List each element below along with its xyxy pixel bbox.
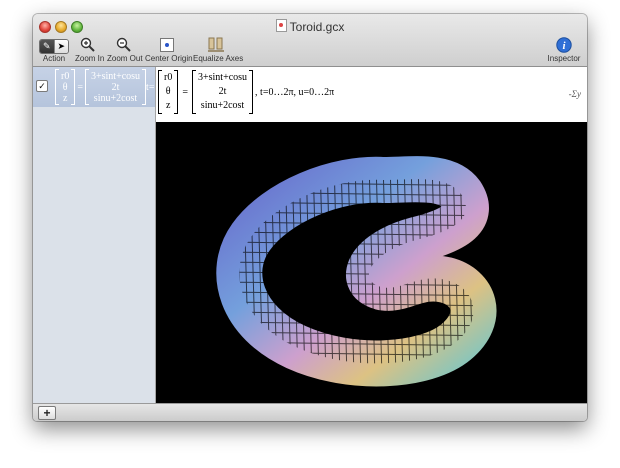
sidebar-var-r0: r0 xyxy=(61,70,70,82)
zoom-out-label: Zoom Out xyxy=(107,54,143,63)
window-title-area: Toroid.gcx xyxy=(33,19,587,34)
action-label: Action xyxy=(42,54,66,63)
sidebar-var-z: z xyxy=(62,92,68,104)
plot-canvas[interactable] xyxy=(156,122,587,403)
equation-editor[interactable]: r0 θ z = 3+sint+cosu 2t sinu+2cost , t=0… xyxy=(156,67,587,122)
equation-display: r0 θ z = 3+sint+cosu 2t sinu+2cost , t=0… xyxy=(158,70,334,114)
action-segmented-icon: ✎ ➤ xyxy=(39,37,69,54)
action-button[interactable]: ✎ ➤ Action xyxy=(39,37,69,63)
toroid-surface xyxy=(216,156,497,387)
inspector-label: Inspector xyxy=(547,54,581,63)
app-window: Toroid.gcx ✎ ➤ Action Zoom In Zoom Out Ce… xyxy=(33,14,587,421)
zoom-in-icon xyxy=(75,37,101,53)
var-r0: r0 xyxy=(164,72,173,83)
parameter-range: , t=0…2π, u=0…2π xyxy=(255,86,335,98)
equation-sidebar: ✓ r0 θ z = 3+sint+cosu 2t sinu+2cost t= xyxy=(33,67,156,403)
equation-list-item[interactable]: ✓ r0 θ z = 3+sint+cosu 2t sinu+2cost t= xyxy=(33,67,155,107)
info-icon: i xyxy=(547,37,581,53)
center-origin-label: Center Origin xyxy=(145,54,193,63)
zoom-out-icon xyxy=(107,37,141,53)
document-icon xyxy=(275,19,287,32)
visibility-checkbox[interactable]: ✓ xyxy=(36,80,48,92)
bottom-bar: + xyxy=(33,403,587,421)
zoom-out-button[interactable]: Zoom Out xyxy=(107,37,143,63)
sidebar-var-theta: θ xyxy=(62,81,68,93)
sidebar-equation: r0 θ z = 3+sint+cosu 2t sinu+2cost t= xyxy=(55,69,154,105)
graph-area: r0 θ z = 3+sint+cosu 2t sinu+2cost , t=0… xyxy=(156,67,587,403)
sidebar-expr-1: 3+sint+cosu xyxy=(90,70,141,82)
var-theta: θ xyxy=(165,86,171,97)
inspector-button[interactable]: i Inspector xyxy=(547,37,581,63)
center-origin-icon xyxy=(145,37,189,53)
sidebar-expr-2: 2t xyxy=(111,81,120,93)
title-bar: Toroid.gcx ✎ ➤ Action Zoom In Zoom Out Ce… xyxy=(33,14,587,67)
expr-3: sinu+2cost xyxy=(200,100,245,111)
equalize-axes-button[interactable]: Equalize Axes xyxy=(193,37,244,63)
sidebar-suffix: t= xyxy=(146,81,155,93)
sidebar-expr-3: sinu+2cost xyxy=(93,92,138,104)
expr-2: 2t xyxy=(218,86,227,97)
add-equation-button[interactable]: + xyxy=(38,406,56,420)
symbol-menu[interactable]: -Σy xyxy=(569,89,581,99)
equalize-axes-icon xyxy=(193,37,239,53)
window-title: Toroid.gcx xyxy=(289,20,345,34)
expr-1: 3+sint+cosu xyxy=(197,72,248,83)
zoom-in-label: Zoom In xyxy=(75,54,105,63)
center-origin-button[interactable]: Center Origin xyxy=(145,37,193,63)
var-z: z xyxy=(165,100,171,111)
zoom-in-button[interactable]: Zoom In xyxy=(75,37,105,63)
equalize-axes-label: Equalize Axes xyxy=(193,54,244,63)
